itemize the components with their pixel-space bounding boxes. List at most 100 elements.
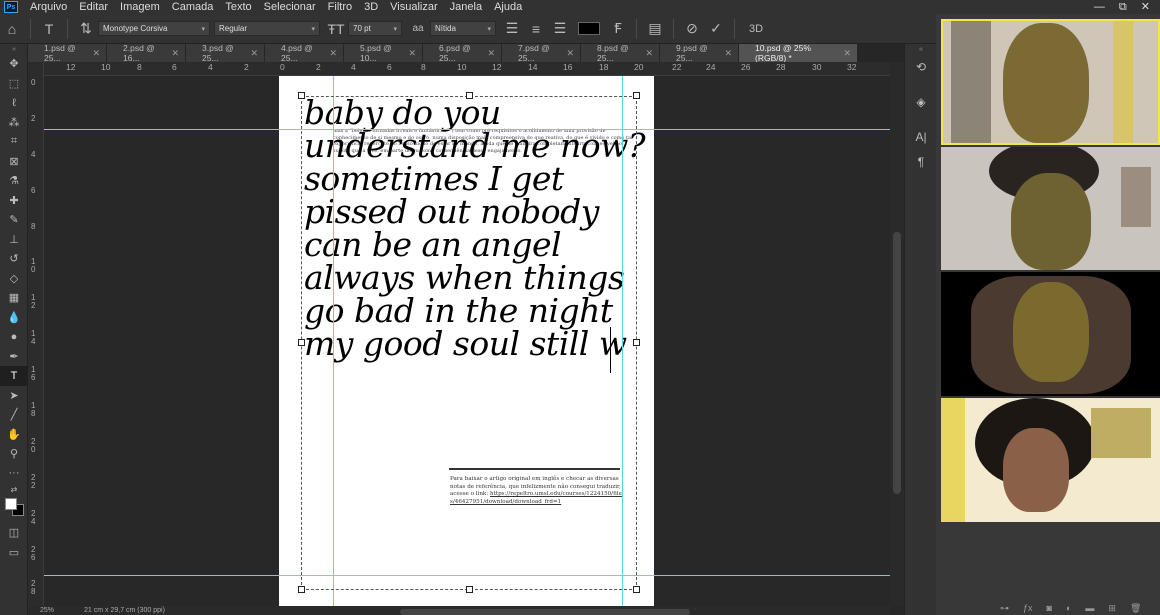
new-layer-icon[interactable]: ⊞ bbox=[1108, 603, 1116, 614]
transform-handle[interactable] bbox=[633, 586, 640, 593]
menu-selecionar[interactable]: Selecionar bbox=[258, 0, 322, 14]
menu-ajuda[interactable]: Ajuda bbox=[488, 0, 528, 14]
gradient-tool-icon[interactable]: ▦ bbox=[0, 288, 28, 308]
close-tab-icon[interactable]: ✕ bbox=[250, 48, 258, 59]
commit-check-icon[interactable]: ✓ bbox=[704, 17, 728, 41]
magic-wand-tool-icon[interactable]: ⁂ bbox=[0, 113, 28, 133]
restore-button[interactable]: ⧉ bbox=[1119, 0, 1127, 14]
align-center-icon[interactable]: ≡ bbox=[524, 17, 548, 41]
antialias-select[interactable]: Nítida ▾ bbox=[430, 21, 496, 36]
guide-horizontal[interactable] bbox=[44, 129, 890, 130]
delete-layer-icon[interactable]: 🗑 bbox=[1130, 603, 1141, 614]
tab-5[interactable]: 5.psd @ 10... ✕ bbox=[344, 43, 423, 63]
color-picker[interactable] bbox=[0, 495, 28, 517]
transform-handle[interactable] bbox=[298, 586, 305, 593]
menu-camada[interactable]: Camada bbox=[166, 0, 220, 14]
swap-colors-icon[interactable]: ⇄ bbox=[0, 483, 28, 495]
more-tools-icon[interactable]: ··· bbox=[0, 464, 28, 484]
text-color-swatch[interactable] bbox=[578, 22, 600, 35]
align-left-icon[interactable]: ☰ bbox=[500, 17, 524, 41]
quick-mask-icon[interactable]: ◫ bbox=[0, 523, 28, 543]
lasso-tool-icon[interactable]: ℓ bbox=[0, 93, 28, 113]
video-tile-participant-4[interactable] bbox=[941, 398, 1160, 522]
paragraph-panel-icon[interactable]: ¶ bbox=[905, 149, 937, 174]
menu-imagem[interactable]: Imagem bbox=[114, 0, 166, 14]
close-tab-icon[interactable]: ✕ bbox=[724, 48, 732, 59]
zoom-level[interactable]: 25% bbox=[40, 607, 54, 614]
menu-arquivo[interactable]: Arquivo bbox=[24, 0, 73, 14]
close-tab-icon[interactable]: ✕ bbox=[171, 48, 179, 59]
close-tab-icon[interactable]: ✕ bbox=[92, 48, 100, 59]
foreground-color-swatch[interactable] bbox=[5, 498, 17, 510]
video-tile-participant-1[interactable] bbox=[941, 19, 1160, 145]
tab-4[interactable]: 4.psd @ 25... ✕ bbox=[265, 43, 344, 63]
menu-janela[interactable]: Janela bbox=[444, 0, 488, 14]
new-group-icon[interactable]: ▬ bbox=[1085, 603, 1094, 614]
tab-1[interactable]: 1.psd @ 25... ✕ bbox=[28, 43, 107, 63]
align-right-icon[interactable]: ☰ bbox=[548, 17, 572, 41]
expand-panels-icon[interactable]: « bbox=[905, 44, 937, 54]
guide-horizontal[interactable] bbox=[44, 575, 890, 576]
menu-visualizar[interactable]: Visualizar bbox=[384, 0, 444, 14]
path-selection-tool-icon[interactable]: ➤ bbox=[0, 386, 28, 406]
tab-10-active[interactable]: 10.psd @ 25% (RGB/8) * ✕ bbox=[739, 43, 858, 63]
transform-handle[interactable] bbox=[633, 92, 640, 99]
hand-tool-icon[interactable]: ✋ bbox=[0, 425, 28, 445]
tab-3[interactable]: 3.psd @ 25... ✕ bbox=[186, 43, 265, 63]
minimize-button[interactable]: — bbox=[1094, 0, 1105, 14]
tab-9[interactable]: 9.psd @ 25... ✕ bbox=[660, 43, 739, 63]
transform-handle[interactable] bbox=[298, 339, 305, 346]
close-button[interactable]: ✕ bbox=[1141, 0, 1150, 14]
crop-tool-icon[interactable]: ⌗ bbox=[0, 132, 28, 152]
screen-mode-icon[interactable]: ▭ bbox=[0, 543, 28, 563]
close-tab-icon[interactable]: ✕ bbox=[329, 48, 337, 59]
text-bounding-box[interactable] bbox=[301, 96, 637, 590]
tab-2[interactable]: 2.psd @ 16... ✕ bbox=[107, 43, 186, 63]
transform-handle[interactable] bbox=[633, 339, 640, 346]
eyedropper-tool-icon[interactable]: ⚗ bbox=[0, 171, 28, 191]
frame-tool-icon[interactable]: ⊠ bbox=[0, 152, 28, 172]
zoom-tool-icon[interactable]: ⚲ bbox=[0, 444, 28, 464]
healing-brush-tool-icon[interactable]: ✚ bbox=[0, 191, 28, 211]
dodge-tool-icon[interactable]: ● bbox=[0, 327, 28, 347]
horizontal-scroll-thumb[interactable] bbox=[400, 609, 690, 615]
character-panel-icon[interactable]: A| bbox=[905, 124, 937, 149]
font-style-select[interactable]: Regular ▾ bbox=[214, 21, 320, 36]
brush-tool-icon[interactable]: ✎ bbox=[0, 210, 28, 230]
horizontal-ruler[interactable]: 12 10 8 6 4 2 0 2 4 6 8 10 12 14 16 18 2… bbox=[44, 62, 890, 76]
menu-editar[interactable]: Editar bbox=[73, 0, 114, 14]
eraser-tool-icon[interactable]: ◇ bbox=[0, 269, 28, 289]
history-panel-icon[interactable]: ⟲ bbox=[905, 54, 937, 79]
marquee-tool-icon[interactable]: ⬚ bbox=[0, 74, 28, 94]
menu-filtro[interactable]: Filtro bbox=[322, 0, 358, 14]
scroll-thumb[interactable] bbox=[893, 232, 901, 494]
tab-7[interactable]: 7.psd @ 25... ✕ bbox=[502, 43, 581, 63]
type-tool-icon[interactable]: T bbox=[0, 366, 28, 386]
video-tile-participant-2[interactable] bbox=[941, 147, 1160, 270]
vertical-scrollbar[interactable] bbox=[890, 62, 904, 606]
cancel-icon[interactable]: ⊘ bbox=[680, 17, 704, 41]
transform-handle[interactable] bbox=[466, 586, 473, 593]
document-page[interactable]: mas a "belezas tornadas irreais e fantás… bbox=[279, 76, 654, 606]
type-tool-preset-icon[interactable]: T bbox=[37, 17, 61, 41]
home-icon[interactable]: ⌂ bbox=[0, 17, 24, 41]
close-tab-icon[interactable]: ✕ bbox=[645, 48, 653, 59]
text-orientation-icon[interactable]: ⇅ bbox=[74, 17, 98, 41]
tab-6[interactable]: 6.psd @ 25... ✕ bbox=[423, 43, 502, 63]
blur-tool-icon[interactable]: 💧 bbox=[0, 308, 28, 328]
history-brush-tool-icon[interactable]: ↺ bbox=[0, 249, 28, 269]
adjustment-layer-icon[interactable]: ◐ bbox=[1066, 603, 1071, 614]
add-mask-icon[interactable]: ◙ bbox=[1047, 603, 1052, 614]
libraries-panel-icon[interactable]: ◈ bbox=[905, 89, 937, 114]
clone-stamp-tool-icon[interactable]: ⊥ bbox=[0, 230, 28, 250]
close-tab-icon[interactable]: ✕ bbox=[487, 48, 495, 59]
layer-style-icon[interactable]: ƒx bbox=[1023, 603, 1033, 614]
create-3d-button[interactable]: 3D bbox=[741, 17, 771, 41]
close-tab-icon[interactable]: ✕ bbox=[566, 48, 574, 59]
video-tile-participant-3[interactable] bbox=[941, 272, 1160, 396]
vertical-ruler[interactable]: 0 2 4 6 8 1 0 1 2 1 4 1 6 1 8 2 0 2 2 2 … bbox=[28, 62, 44, 606]
character-panel-icon[interactable]: ▤ bbox=[643, 17, 667, 41]
font-size-select[interactable]: 70 pt ▾ bbox=[348, 21, 402, 36]
line-tool-icon[interactable]: ╱ bbox=[0, 405, 28, 425]
transform-handle[interactable] bbox=[298, 92, 305, 99]
